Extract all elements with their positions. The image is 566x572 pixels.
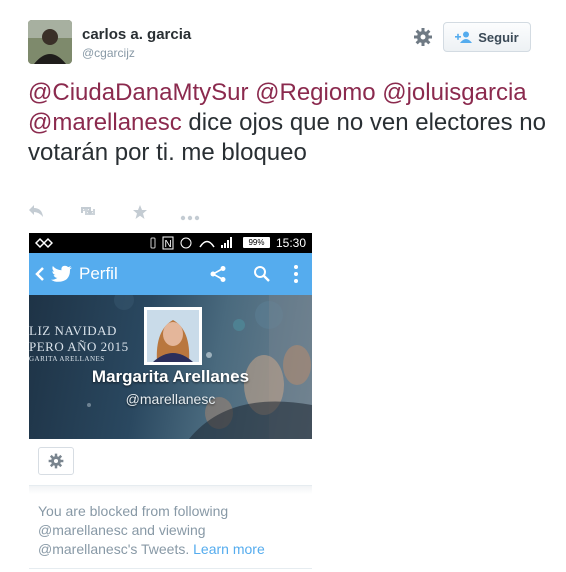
- status-time: 15:30: [275, 236, 306, 250]
- app-bar: Perfil: [29, 253, 312, 295]
- notification-icon: [35, 237, 53, 249]
- divider: [29, 568, 312, 569]
- mention-link[interactable]: @marellanesc: [28, 109, 182, 136]
- divider: [29, 486, 312, 494]
- status-icons: N: [150, 236, 232, 250]
- app-title: Perfil: [79, 264, 118, 283]
- more-icon[interactable]: [180, 208, 200, 226]
- search-icon[interactable]: [253, 265, 271, 283]
- profile-name: Margarita Arellanes: [91, 367, 250, 386]
- add-user-icon: [455, 31, 473, 43]
- reply-icon[interactable]: [28, 204, 44, 223]
- retweet-icon[interactable]: [78, 204, 98, 223]
- blocked-notice: You are blocked from following @marellan…: [38, 502, 308, 559]
- svg-text:N: N: [165, 239, 172, 250]
- avatar[interactable]: [28, 20, 72, 64]
- follow-button[interactable]: Seguir: [443, 22, 531, 52]
- share-icon[interactable]: [209, 265, 227, 283]
- user-handle: @cgarcijz: [82, 46, 135, 60]
- twitter-bird-icon: [51, 265, 72, 282]
- mention-link[interactable]: @CiudaDanaMtySur: [28, 79, 248, 106]
- gear-icon[interactable]: [412, 26, 434, 48]
- tweet-text: @CiudaDanaMtySur @Regiomo @joluisgarcia …: [28, 78, 548, 168]
- banner-text: PERO AÑO 2015: [29, 339, 129, 354]
- favorite-icon[interactable]: [132, 204, 148, 225]
- banner-text: GARITA ARELLANES: [29, 355, 105, 363]
- profile-banner: LIZ NAVIDAD PERO AÑO 2015 GARITA ARELLAN…: [29, 295, 312, 439]
- profile-picture[interactable]: [144, 307, 202, 365]
- gear-icon: [48, 453, 64, 469]
- follow-button-label: Seguir: [478, 29, 519, 45]
- battery-indicator: 99%: [243, 237, 270, 248]
- banner-text: LIZ NAVIDAD: [29, 323, 117, 338]
- embedded-screenshot[interactable]: N 99% 15:30 Perfil LIZ NAVIDAD PERO AÑO …: [29, 233, 312, 439]
- status-bar: N 99% 15:30: [29, 233, 312, 253]
- profile-handle: @marellanesc: [125, 391, 216, 407]
- learn-more-link[interactable]: Learn more: [193, 541, 265, 557]
- overflow-menu-icon[interactable]: [293, 264, 299, 284]
- tweet-actions: [28, 204, 218, 224]
- user-name[interactable]: carlos a. garcia: [82, 26, 191, 43]
- mention-link[interactable]: @Regiomo: [255, 79, 375, 106]
- back-icon[interactable]: [35, 266, 45, 282]
- mention-link[interactable]: @joluisgarcia: [382, 79, 526, 106]
- profile-settings-button[interactable]: [38, 447, 74, 475]
